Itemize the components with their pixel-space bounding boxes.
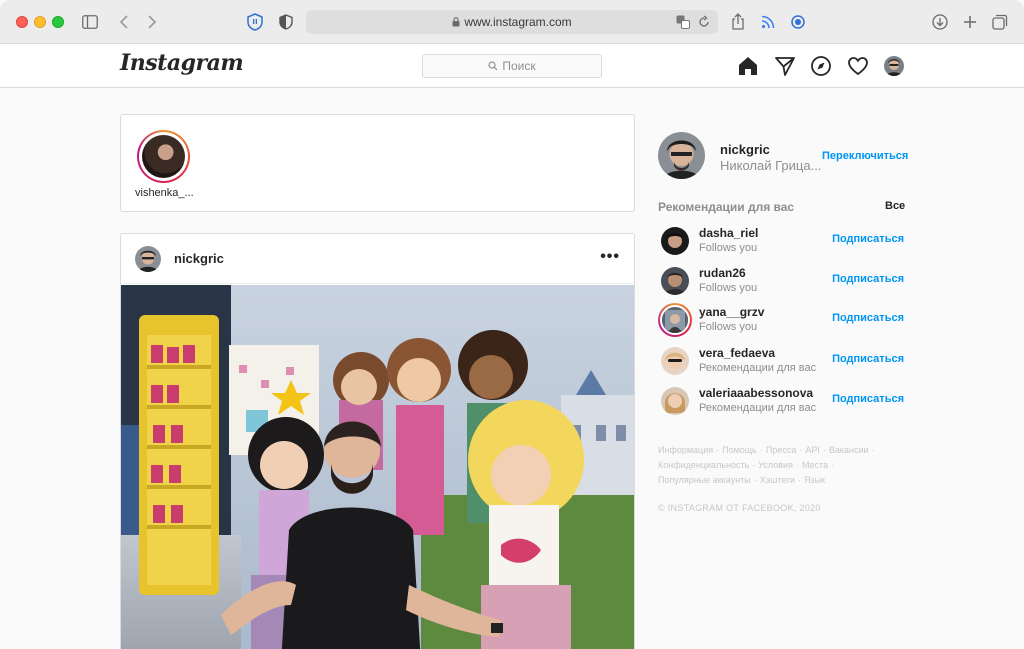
downloads-icon[interactable] xyxy=(930,12,950,32)
lock-icon xyxy=(452,16,460,30)
activity-heart-icon[interactable] xyxy=(847,55,869,77)
forward-icon[interactable] xyxy=(142,12,162,32)
shield-extension-icon[interactable] xyxy=(245,12,265,32)
follow-button[interactable]: Подписаться xyxy=(832,233,904,245)
recommendation-username[interactable]: yana__grzv xyxy=(699,305,764,319)
new-tab-icon[interactable] xyxy=(960,12,980,32)
current-user-avatar[interactable] xyxy=(658,132,705,179)
profile-avatar[interactable] xyxy=(884,56,904,76)
post-more-options-icon[interactable]: ••• xyxy=(600,248,620,266)
home-icon[interactable] xyxy=(737,55,759,77)
reload-icon[interactable] xyxy=(698,15,710,34)
footer-link[interactable]: Условия xyxy=(758,460,793,470)
recommendation-avatar[interactable] xyxy=(658,303,692,337)
recommendation-username[interactable]: rudan26 xyxy=(699,266,746,280)
recommendation-avatar[interactable] xyxy=(661,347,689,375)
follow-button[interactable]: Подписаться xyxy=(832,393,904,405)
browser-toolbar: www.instagram.com xyxy=(0,0,1024,44)
footer-link[interactable]: Информация xyxy=(658,445,713,455)
current-user-username[interactable]: nickgric xyxy=(720,142,770,157)
current-user-fullname: Николай Грица... xyxy=(720,158,822,173)
footer-link[interactable]: Пресса xyxy=(766,445,797,455)
search-placeholder: Поиск xyxy=(502,59,536,73)
see-all-recommendations-link[interactable]: Все xyxy=(885,200,905,212)
footer-link[interactable]: Популярные аккаунты xyxy=(658,475,751,485)
recommendation-username[interactable]: vera_fedaeva xyxy=(699,346,775,360)
sidebar-toggle-icon[interactable] xyxy=(80,12,100,32)
switch-account-link[interactable]: Переключиться xyxy=(822,150,908,162)
recommendation-avatar[interactable] xyxy=(661,227,689,255)
footer-link[interactable]: Места xyxy=(802,460,828,470)
story-photo xyxy=(142,135,185,178)
story-avatar[interactable] xyxy=(137,130,190,183)
footer-link[interactable]: Помощь xyxy=(722,445,757,455)
tab-overview-icon[interactable] xyxy=(990,12,1010,32)
post-author-avatar[interactable] xyxy=(135,246,161,272)
footer-link[interactable]: Конфиденциальность xyxy=(658,460,749,470)
back-icon[interactable] xyxy=(114,12,134,32)
recommendation-username[interactable]: valeriaaabessonova xyxy=(699,386,813,400)
post-photo[interactable] xyxy=(121,285,634,649)
recommendation-subtitle: Рекомендации для вас xyxy=(699,402,817,414)
broadcast-icon[interactable] xyxy=(788,12,808,32)
stories-tray: vishenka_... xyxy=(120,114,635,212)
recommendation-item: rudan26 Follows you Подписаться xyxy=(658,264,904,300)
post-author-username[interactable]: nickgric xyxy=(174,251,224,266)
search-input[interactable]: Поиск xyxy=(422,54,602,78)
close-window-button[interactable] xyxy=(16,16,28,28)
recommendation-subtitle: Follows you xyxy=(699,242,758,254)
rss-icon[interactable] xyxy=(758,12,778,32)
footer-links: Информация · Помощь · Пресса · API · Вакансии · К… xyxy=(658,445,875,485)
story-username[interactable]: vishenka_... xyxy=(135,187,194,199)
recommendation-subtitle: Follows you xyxy=(699,282,758,294)
direct-messages-icon[interactable] xyxy=(774,55,796,77)
recommendation-item: valeriaaabessonova Рекомендации для вас … xyxy=(658,384,904,420)
address-bar-text: www.instagram.com xyxy=(306,15,718,30)
follow-button[interactable]: Подписаться xyxy=(832,312,904,324)
recommendation-username[interactable]: dasha_riel xyxy=(699,226,758,240)
follow-button[interactable]: Подписаться xyxy=(832,273,904,285)
explore-icon[interactable] xyxy=(810,55,832,77)
search-icon xyxy=(488,60,498,74)
recommendation-avatar[interactable] xyxy=(661,267,689,295)
footer-link[interactable]: API xyxy=(805,445,820,455)
zoom-window-button[interactable] xyxy=(52,16,64,28)
instagram-header: Instagram Поиск xyxy=(0,44,1024,88)
follow-button[interactable]: Подписаться xyxy=(832,353,904,365)
recommendation-subtitle: Рекомендации для вас xyxy=(699,362,817,374)
share-icon[interactable] xyxy=(728,12,748,32)
recommendations-title: Рекомендации для вас xyxy=(658,200,795,214)
translate-icon[interactable] xyxy=(676,15,690,34)
browser-window: www.instagram.com Instagram Поиск vishen… xyxy=(0,0,1024,649)
url-label: www.instagram.com xyxy=(464,15,572,29)
address-bar[interactable]: www.instagram.com xyxy=(306,10,718,34)
footer-link[interactable]: Язык xyxy=(804,475,825,485)
recommendation-avatar[interactable] xyxy=(661,387,689,415)
minimize-window-button[interactable] xyxy=(34,16,46,28)
recommendation-subtitle: Follows you xyxy=(699,321,758,333)
instagram-logo[interactable]: Instagram xyxy=(120,50,244,76)
recommendation-item: dasha_riel Follows you Подписаться xyxy=(658,224,904,260)
recommendation-item: yana__grzv Follows you Подписаться xyxy=(658,303,904,339)
copyright-text: © INSTAGRAM ОТ FACEBOOK, 2020 xyxy=(658,503,821,513)
footer-link[interactable]: Вакансии xyxy=(829,445,869,455)
feed-post: nickgric ••• xyxy=(120,233,635,649)
post-header: nickgric ••• xyxy=(121,234,634,284)
footer-link[interactable]: Хэштеги xyxy=(760,475,795,485)
privacy-shield-icon[interactable] xyxy=(276,12,296,32)
recommendation-item: vera_fedaeva Рекомендации для вас Подпис… xyxy=(658,344,904,380)
